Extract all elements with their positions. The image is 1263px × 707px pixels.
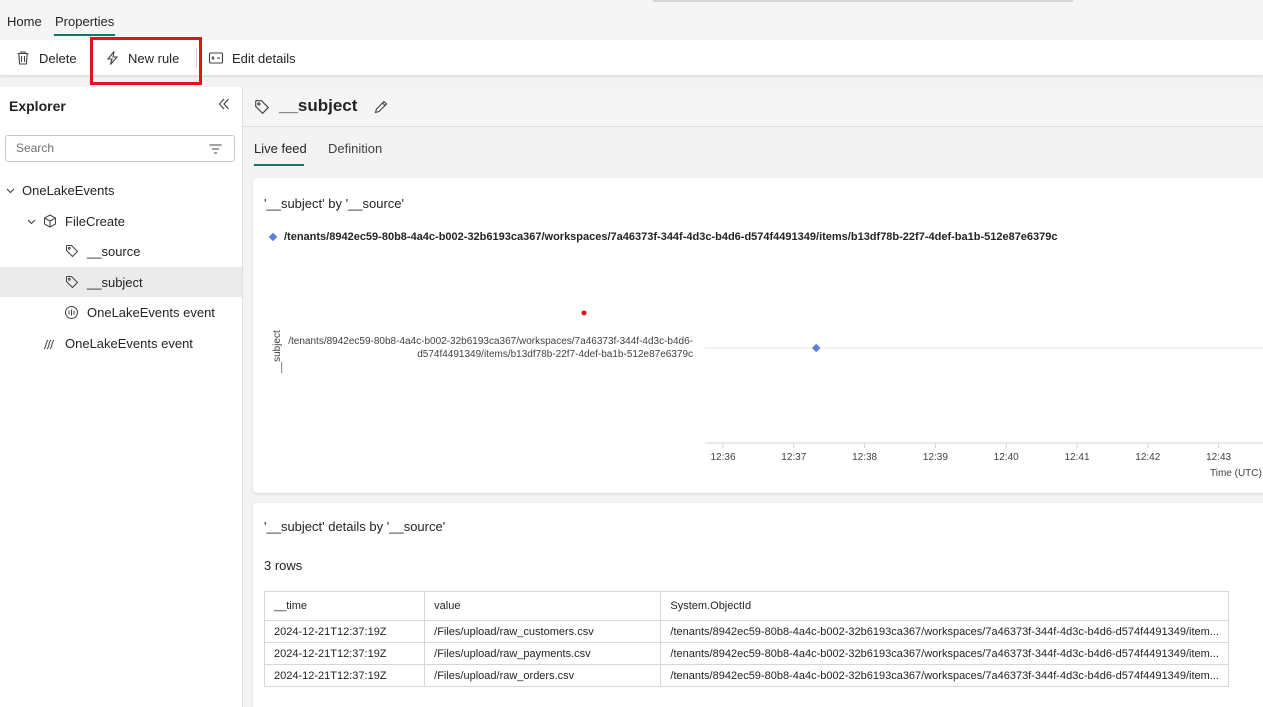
column-header-objectid[interactable]: System.ObjectId	[660, 591, 1229, 621]
table-cell: /Files/upload/raw_payments.csv	[424, 642, 662, 665]
x-tick-label: 12:43	[1206, 452, 1231, 463]
tab-home[interactable]: Home	[7, 14, 42, 29]
details-table: __time value System.ObjectId 2024-12-21T…	[263, 591, 1229, 687]
table-cell: /tenants/8942ec59-80b8-4a4c-b002-32b6193…	[660, 642, 1229, 665]
tag-icon	[66, 276, 79, 289]
new-rule-button[interactable]: New rule	[105, 40, 179, 76]
tree-item-onelakeevents[interactable]: OneLakeEvents	[0, 175, 242, 205]
tab-properties[interactable]: Properties	[55, 14, 114, 29]
new-rule-label: New rule	[128, 50, 180, 66]
tree-item-label: OneLakeEvents	[22, 182, 115, 198]
x-tick-label: 12:42	[1135, 452, 1160, 463]
tag-icon	[255, 100, 270, 115]
explorer-search[interactable]	[5, 135, 235, 162]
details-card: '__subject' details by '__source' 3 rows…	[253, 503, 1263, 707]
active-tab-indicator	[54, 34, 115, 36]
column-header-value[interactable]: value	[424, 591, 662, 621]
x-tick-label: 12:40	[994, 452, 1019, 463]
tree-item-subject[interactable]: __subject	[0, 267, 242, 297]
table-cell: /Files/upload/raw_orders.csv	[424, 664, 662, 687]
search-input[interactable]	[16, 141, 196, 155]
tree-item-onelakeevents-stream[interactable]: OneLakeEvents event	[0, 328, 242, 358]
tab-live-feed[interactable]: Live feed	[254, 141, 307, 156]
tree-item-onelakeevents-event[interactable]: OneLakeEvents event	[0, 297, 242, 327]
tree-item-label: FileCreate	[65, 213, 125, 229]
table-cell: 2024-12-21T12:37:19Z	[263, 642, 426, 665]
delete-label: Delete	[39, 50, 77, 66]
tree-item-source[interactable]: __source	[0, 236, 242, 266]
x-tick-label: 12:37	[781, 452, 806, 463]
collapse-pane-icon[interactable]	[217, 97, 231, 111]
active-subtab-indicator	[254, 164, 304, 166]
table-cell: 2024-12-21T12:37:19Z	[263, 620, 426, 643]
explorer-pane: Explorer OneLakeEvents FileCreate __sour…	[0, 87, 243, 707]
filter-icon[interactable]	[209, 143, 222, 155]
column-header-time[interactable]: __time	[263, 591, 426, 621]
top-tab-bar: Home Properties	[0, 0, 1263, 40]
table-row[interactable]: 2024-12-21T12:37:19Z /Files/upload/raw_p…	[263, 642, 1229, 665]
edit-details-label: Edit details	[232, 50, 296, 66]
entity-header: __subject	[243, 87, 1263, 127]
stream-icon	[43, 339, 55, 349]
chevron-down-icon[interactable]	[6, 186, 15, 195]
tree-item-label: OneLakeEvents event	[87, 304, 215, 320]
explorer-title: Explorer	[9, 98, 66, 114]
data-point	[811, 343, 821, 353]
edit-details-button[interactable]: Edit details	[208, 40, 296, 76]
delete-button[interactable]: Delete	[15, 40, 77, 76]
tab-definition[interactable]: Definition	[328, 141, 382, 156]
x-tick-label: 12:36	[710, 452, 735, 463]
edit-details-icon	[208, 52, 224, 64]
tree-item-label: __source	[87, 243, 141, 259]
row-count: 3 rows	[264, 558, 303, 573]
tree-item-label: __subject	[87, 274, 143, 290]
table-cell: 2024-12-21T12:37:19Z	[263, 664, 426, 687]
event-icon	[65, 305, 78, 319]
table-cell: /Files/upload/raw_customers.csv	[424, 620, 662, 643]
details-title: '__subject' details by '__source'	[264, 519, 446, 534]
live-feed-chart-card: '__subject' by '__source' /tenants/8942e…	[253, 178, 1263, 493]
ribbon-divider	[90, 48, 91, 68]
pencil-icon[interactable]	[373, 99, 389, 115]
tag-icon	[66, 245, 79, 258]
table-cell: /tenants/8942ec59-80b8-4a4c-b002-32b6193…	[660, 664, 1229, 687]
page-title: __subject	[279, 96, 358, 115]
title-bar-strip	[653, 0, 1073, 2]
x-tick-label: 12:39	[923, 452, 948, 463]
ribbon-divider	[196, 48, 197, 68]
x-axis-title: Time (UTC)	[1210, 468, 1262, 479]
table-cell: /tenants/8942ec59-80b8-4a4c-b002-32b6193…	[660, 620, 1229, 643]
table-header-row: __time value System.ObjectId	[263, 591, 1229, 621]
x-tick-label: 12:41	[1064, 452, 1089, 463]
tree-item-filecreate[interactable]: FileCreate	[0, 206, 242, 236]
red-marker-dot	[581, 310, 587, 316]
x-tick-label: 12:38	[852, 452, 877, 463]
table-row[interactable]: 2024-12-21T12:37:19Z /Files/upload/raw_o…	[263, 664, 1229, 687]
trash-icon	[17, 51, 29, 65]
table-row[interactable]: 2024-12-21T12:37:19Z /Files/upload/raw_c…	[263, 620, 1229, 643]
chevron-down-icon[interactable]	[27, 217, 36, 226]
lightning-icon	[106, 51, 119, 65]
tree-item-label: OneLakeEvents event	[65, 335, 193, 351]
ribbon-toolbar: Delete New rule Edit details	[0, 40, 1263, 76]
chart-plot: 12:36 12:37 12:38 12:39 12:40 12:41 12:42 12:43	[581, 310, 1263, 463]
cube-icon	[44, 214, 56, 228]
